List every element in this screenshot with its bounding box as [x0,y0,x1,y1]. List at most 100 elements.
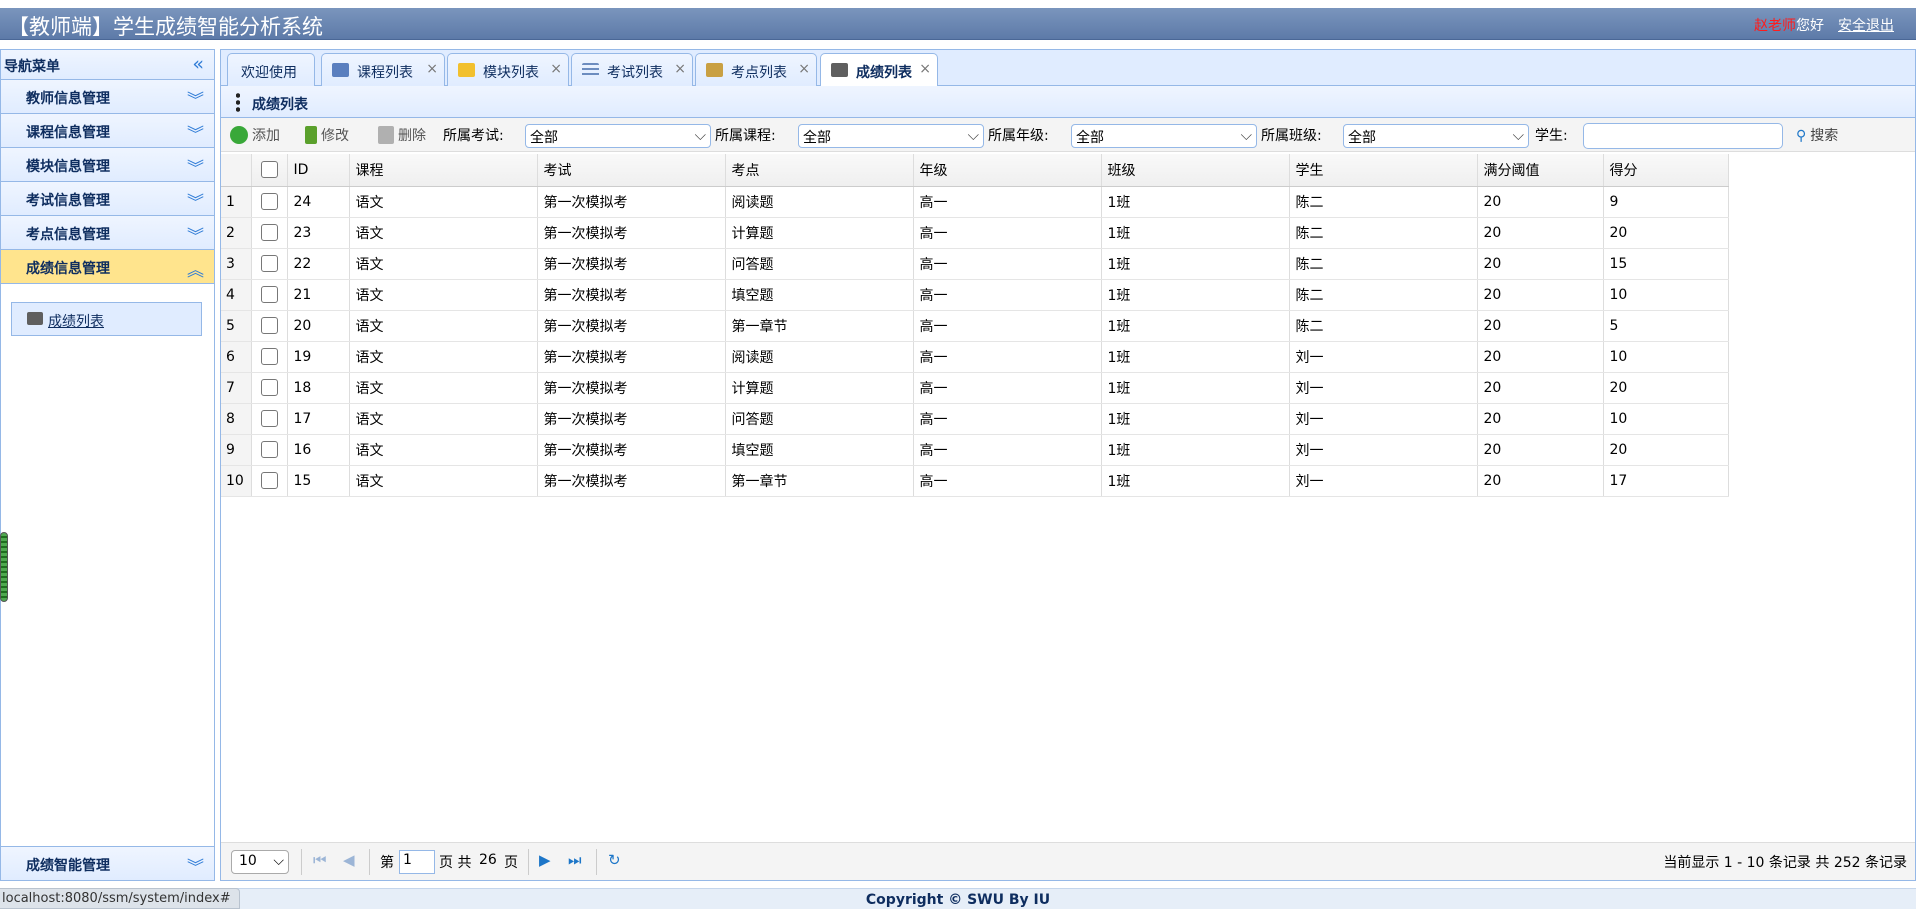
edit-button[interactable]: 修改 [305,125,349,145]
table-row[interactable]: 1 24 语文 第一次模拟考 阅读题 高一 1班 陈二 20 9 [221,186,1729,218]
chevron-double-down-icon[interactable]: ︾ [187,853,204,878]
search-button[interactable]: ⚲ 搜索 [1796,125,1838,145]
sidebar-item-point[interactable]: 考点信息管理 ︾ [1,216,214,250]
last-page-icon[interactable]: ⏭ [568,851,582,869]
record-info: 当前显示 1 - 10 条记录 共 252 条记录 [1663,855,1907,871]
column-header[interactable]: ID [287,154,350,187]
chevron-down-icon: ⌵ [1512,126,1524,144]
table-cell: 语文 [349,186,538,218]
logout-link[interactable]: 安全退出 [1838,18,1894,34]
row-checkbox[interactable] [260,317,278,334]
student-search-input[interactable] [1583,123,1783,149]
table-cell: 20 [1603,434,1729,466]
sidebar-item-teacher[interactable]: 教师信息管理 ︾ [1,80,214,114]
sidebar-link-score-list[interactable]: 成绩列表 [11,302,202,336]
add-button[interactable]: 添加 [230,125,280,145]
table-icon [831,63,848,77]
tab-score-list[interactable]: 成绩列表 × [820,53,938,87]
tab-welcome[interactable]: 欢迎使用 [227,53,315,86]
class-select[interactable]: 全部 ⌵ [1343,124,1529,148]
sidebar-item-smart[interactable]: 成绩智能管理 ︾ [1,846,214,880]
refresh-icon[interactable]: ↻ [608,851,621,869]
user-area: 赵老师您好 安全退出 [1754,15,1894,35]
table-cell: 21 [287,279,350,311]
first-page-icon[interactable]: ⏮ [313,851,327,869]
table-cell: 9 [1603,186,1729,218]
row-checkbox[interactable] [260,224,278,241]
table-cell: 语文 [349,434,538,466]
table-cell: 10 [1603,403,1729,435]
column-header[interactable]: 课程 [349,154,538,187]
table-row[interactable]: 6 19 语文 第一次模拟考 阅读题 高一 1班 刘一 20 10 [221,341,1729,373]
select-all-checkbox[interactable] [260,161,278,179]
course-select[interactable]: 全部 ⌵ [798,124,984,148]
table-cell: 语文 [349,217,538,249]
close-icon[interactable]: × [426,61,438,77]
table-row[interactable]: 10 15 语文 第一次模拟考 第一章节 高一 1班 刘一 20 17 [221,465,1729,497]
table-row[interactable]: 7 18 语文 第一次模拟考 计算题 高一 1班 刘一 20 20 [221,372,1729,404]
column-header[interactable]: 考试 [537,154,726,187]
tab-module-list[interactable]: 模块列表 × [447,53,569,86]
close-icon[interactable]: × [550,61,562,77]
chevron-double-down-icon[interactable]: ︾ [187,86,204,111]
table-row[interactable]: 4 21 语文 第一次模拟考 填空题 高一 1班 陈二 20 10 [221,279,1729,311]
prev-page-icon[interactable]: ◀ [343,851,355,869]
close-icon[interactable]: × [674,61,686,77]
table-row[interactable]: 3 22 语文 第一次模拟考 问答题 高一 1班 陈二 20 15 [221,248,1729,280]
close-icon[interactable]: × [798,61,810,77]
table-header-row: ID 课程 考试 考点 年级 班级 学生 满分阈值 得分 [221,154,1729,187]
table-cell: 语文 [349,279,538,311]
sidebar-item-label: 考试信息管理 [26,193,110,209]
resize-grip[interactable] [0,532,8,602]
table-row[interactable]: 8 17 语文 第一次模拟考 问答题 高一 1班 刘一 20 10 [221,403,1729,435]
column-header[interactable]: 学生 [1289,154,1478,187]
sidebar-link-label[interactable]: 成绩列表 [48,311,104,331]
sidebar-item-exam[interactable]: 考试信息管理 ︾ [1,182,214,216]
table-cell: 语文 [349,372,538,404]
table-cell: 第一次模拟考 [537,310,726,342]
panel-title: 成绩列表 [252,97,308,113]
row-checkbox[interactable] [260,255,278,272]
column-header[interactable]: 年级 [913,154,1102,187]
edit-label: 修改 [321,128,349,144]
page-size-select[interactable]: 10 ⌵ [231,850,289,874]
row-checkbox[interactable] [260,441,278,458]
table-row[interactable]: 2 23 语文 第一次模拟考 计算题 高一 1班 陈二 20 20 [221,217,1729,249]
chevron-double-up-icon[interactable]: ︽ [187,256,204,281]
close-icon[interactable]: × [919,61,931,77]
table-cell: 1班 [1101,279,1290,311]
next-page-icon[interactable]: ▶ [539,851,551,869]
row-checkbox[interactable] [260,286,278,303]
row-checkbox[interactable] [260,193,278,210]
grade-select[interactable]: 全部 ⌵ [1071,124,1257,148]
tab-exam-list[interactable]: 考试列表 × [571,53,693,86]
table-row[interactable]: 5 20 语文 第一次模拟考 第一章节 高一 1班 陈二 20 5 [221,310,1729,342]
table-cell: 20 [1477,465,1604,497]
grade-select-value: 全部 [1076,130,1104,146]
column-header[interactable]: 班级 [1101,154,1290,187]
table-cell: 1班 [1101,310,1290,342]
row-checkbox[interactable] [260,348,278,365]
delete-button[interactable]: 删除 [378,125,426,145]
table-row[interactable]: 9 16 语文 第一次模拟考 填空题 高一 1班 刘一 20 20 [221,434,1729,466]
tab-course-list[interactable]: 课程列表 × [321,53,445,86]
collapse-sidebar-icon[interactable]: « [192,53,204,75]
sidebar-item-course[interactable]: 课程信息管理 ︾ [1,114,214,148]
row-checkbox[interactable] [260,410,278,427]
chevron-double-down-icon[interactable]: ︾ [187,120,204,145]
sidebar-item-score[interactable]: 成绩信息管理 ︽ [1,250,214,284]
column-header[interactable]: 考点 [725,154,914,187]
row-checkbox[interactable] [260,379,278,396]
table-cell: 1班 [1101,372,1290,404]
chevron-double-down-icon[interactable]: ︾ [187,154,204,179]
exam-select[interactable]: 全部 ⌵ [525,124,711,148]
sidebar-item-module[interactable]: 模块信息管理 ︾ [1,148,214,182]
tab-point-list[interactable]: 考点列表 × [695,53,817,86]
table-cell: 问答题 [725,403,914,435]
page-number-input[interactable]: 1 [399,850,435,874]
chevron-double-down-icon[interactable]: ︾ [187,222,204,247]
column-header[interactable]: 得分 [1603,154,1729,187]
column-header[interactable]: 满分阈值 [1477,154,1604,187]
row-checkbox[interactable] [260,472,278,489]
chevron-double-down-icon[interactable]: ︾ [187,188,204,213]
